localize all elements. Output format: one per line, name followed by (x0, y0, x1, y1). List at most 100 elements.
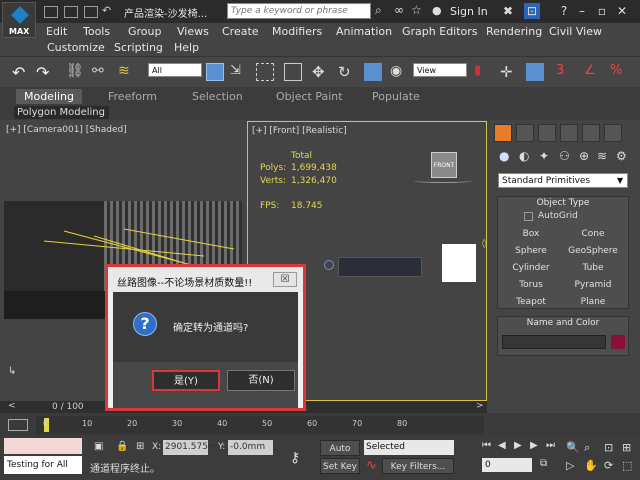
orbit-icon[interactable]: ⟳ (604, 459, 613, 472)
select-by-name-icon[interactable]: ⇲ (230, 63, 248, 81)
bind-spacewarp-icon[interactable]: ≋ (118, 63, 136, 81)
go-to-start-icon[interactable]: ⏮ (482, 440, 491, 451)
zoom-extents-all-icon[interactable]: ⊞ (622, 441, 631, 454)
menu-graph-editors[interactable]: Graph Editors (402, 25, 478, 38)
utilities-panel-icon[interactable] (604, 124, 622, 142)
y-coordinate-field[interactable]: -0.0mm (228, 440, 273, 455)
maxscript-listener-output[interactable] (4, 438, 82, 454)
current-frame-field[interactable]: 0 (482, 458, 532, 472)
name-color-title[interactable]: Name and Color (498, 317, 628, 330)
helpers-icon[interactable]: ⊕ (579, 149, 589, 163)
autogrid-checkbox[interactable] (524, 212, 533, 221)
snap-move-icon[interactable]: ✛ (500, 63, 518, 81)
time-next-icon[interactable]: > (476, 401, 484, 411)
space-warps-icon[interactable]: ≋ (597, 149, 607, 163)
redo-icon[interactable]: ↷ (36, 63, 54, 82)
sphere-button[interactable]: Sphere (502, 244, 560, 258)
save-icon[interactable] (84, 6, 98, 18)
open-folder-icon[interactable] (64, 6, 78, 18)
info-icon[interactable]: ⊡ (524, 3, 540, 19)
timeline[interactable]: 0 10 20 30 40 50 60 70 80 (36, 416, 484, 434)
user-icon[interactable]: ● (432, 4, 442, 17)
rectangular-selection-icon[interactable] (256, 63, 274, 81)
key-icon[interactable]: ⚷ (290, 450, 312, 466)
help-icon[interactable]: ? (556, 3, 572, 19)
selection-filter-select[interactable]: All (148, 63, 202, 77)
plane-button[interactable]: Plane (564, 295, 622, 309)
pan-icon[interactable]: ✋ (584, 459, 598, 472)
dialog-close-button[interactable]: ☒ (273, 272, 297, 287)
shapes-icon[interactable]: ◐ (519, 149, 529, 163)
go-to-end-icon[interactable]: ⏭ (546, 440, 555, 451)
mini-curve-editor-icon[interactable] (8, 419, 28, 431)
search-icon[interactable]: ⌕ (375, 3, 382, 18)
menu-create[interactable]: Create (222, 25, 259, 38)
tab-modeling[interactable]: Modeling (16, 89, 82, 104)
search-input[interactable] (228, 4, 372, 17)
menu-views[interactable]: Views (177, 25, 209, 38)
snap-3d-icon[interactable]: 3 (556, 63, 574, 81)
exchange-icon[interactable]: ✖ (500, 3, 516, 19)
object-name-field[interactable] (502, 335, 606, 349)
key-tangent-icon[interactable]: ∿ (366, 458, 377, 473)
menu-group[interactable]: Group (128, 25, 162, 38)
zoom-icon[interactable]: 🔍 (566, 441, 580, 454)
next-frame-icon[interactable]: ▶ (530, 440, 538, 451)
zoom-extents-icon[interactable]: ⊡ (604, 441, 613, 454)
pivot-icon[interactable]: ▮ (474, 63, 492, 81)
front-viewport-label[interactable]: [+] [Front] [Realistic] (252, 126, 347, 136)
lights-icon[interactable]: ✦ (539, 149, 549, 163)
menu-animation[interactable]: Animation (336, 25, 392, 38)
x-coordinate-field[interactable]: 2901.575m (163, 440, 217, 455)
geometry-icon[interactable]: ● (499, 149, 509, 163)
set-key-button[interactable]: Set Key (320, 458, 360, 474)
link-icon[interactable]: ⛓ (66, 63, 84, 81)
close-icon[interactable]: ✕ (614, 3, 630, 19)
systems-icon[interactable]: ⚙ (616, 149, 627, 163)
percent-snap-icon[interactable]: % (610, 63, 628, 81)
maximize-icon[interactable]: ▫ (594, 3, 610, 19)
minimize-icon[interactable]: – (574, 3, 590, 19)
window-crossing-icon[interactable] (284, 63, 302, 81)
menu-civil-view[interactable]: Civil View (549, 25, 602, 38)
scale-icon[interactable] (364, 63, 382, 81)
menu-scripting[interactable]: Scripting (114, 41, 163, 54)
lock-icon[interactable]: 🔒 (116, 441, 128, 452)
torus-button[interactable]: Torus (502, 278, 560, 292)
previous-frame-icon[interactable]: ◀ (498, 440, 506, 451)
modify-panel-icon[interactable] (516, 124, 534, 142)
menu-modifiers[interactable]: Modifiers (272, 25, 322, 38)
geosphere-button[interactable]: GeoSphere (564, 244, 622, 258)
key-filters-button[interactable]: Key Filters... (382, 458, 454, 474)
undo-icon[interactable]: ↶ (12, 63, 30, 82)
create-panel-icon[interactable] (494, 124, 512, 142)
object-category-select[interactable]: Standard Primitives (498, 173, 628, 188)
object-type-title[interactable]: Object Type (498, 197, 628, 210)
undo-quick-icon[interactable]: ↶ (102, 4, 111, 17)
reference-coordinate-select[interactable]: View (413, 63, 467, 77)
field-of-view-icon[interactable]: ▷ (566, 459, 574, 472)
display-panel-icon[interactable] (582, 124, 600, 142)
play-icon[interactable]: ▶ (514, 440, 522, 451)
time-config-icon[interactable]: ⧉ (540, 458, 547, 469)
menu-tools[interactable]: Tools (83, 25, 110, 38)
app-logo[interactable]: MAX (2, 2, 36, 38)
object-color-swatch[interactable] (611, 335, 625, 349)
search-box[interactable] (227, 3, 372, 19)
zoom-all-icon[interactable]: ⌕ (584, 441, 590, 455)
place-icon[interactable]: ◉ (390, 63, 408, 81)
camera-target-icon[interactable]: ◊ (482, 239, 486, 249)
tab-selection[interactable]: Selection (192, 90, 243, 103)
menu-edit[interactable]: Edit (46, 25, 67, 38)
no-button[interactable]: 否(N) (227, 370, 295, 391)
binoculars-icon[interactable]: ∞ (394, 3, 404, 17)
tab-freeform[interactable]: Freeform (108, 90, 157, 103)
absolute-mode-icon[interactable]: ⊞ (136, 441, 144, 452)
tab-object-paint[interactable]: Object Paint (276, 90, 343, 103)
motion-panel-icon[interactable] (560, 124, 578, 142)
new-file-icon[interactable] (44, 6, 58, 18)
backdrop-object[interactable] (442, 244, 476, 282)
pyramid-button[interactable]: Pyramid (564, 278, 622, 292)
cylinder-button[interactable]: Cylinder (502, 261, 560, 275)
viewcube[interactable]: FRONT (431, 152, 457, 178)
